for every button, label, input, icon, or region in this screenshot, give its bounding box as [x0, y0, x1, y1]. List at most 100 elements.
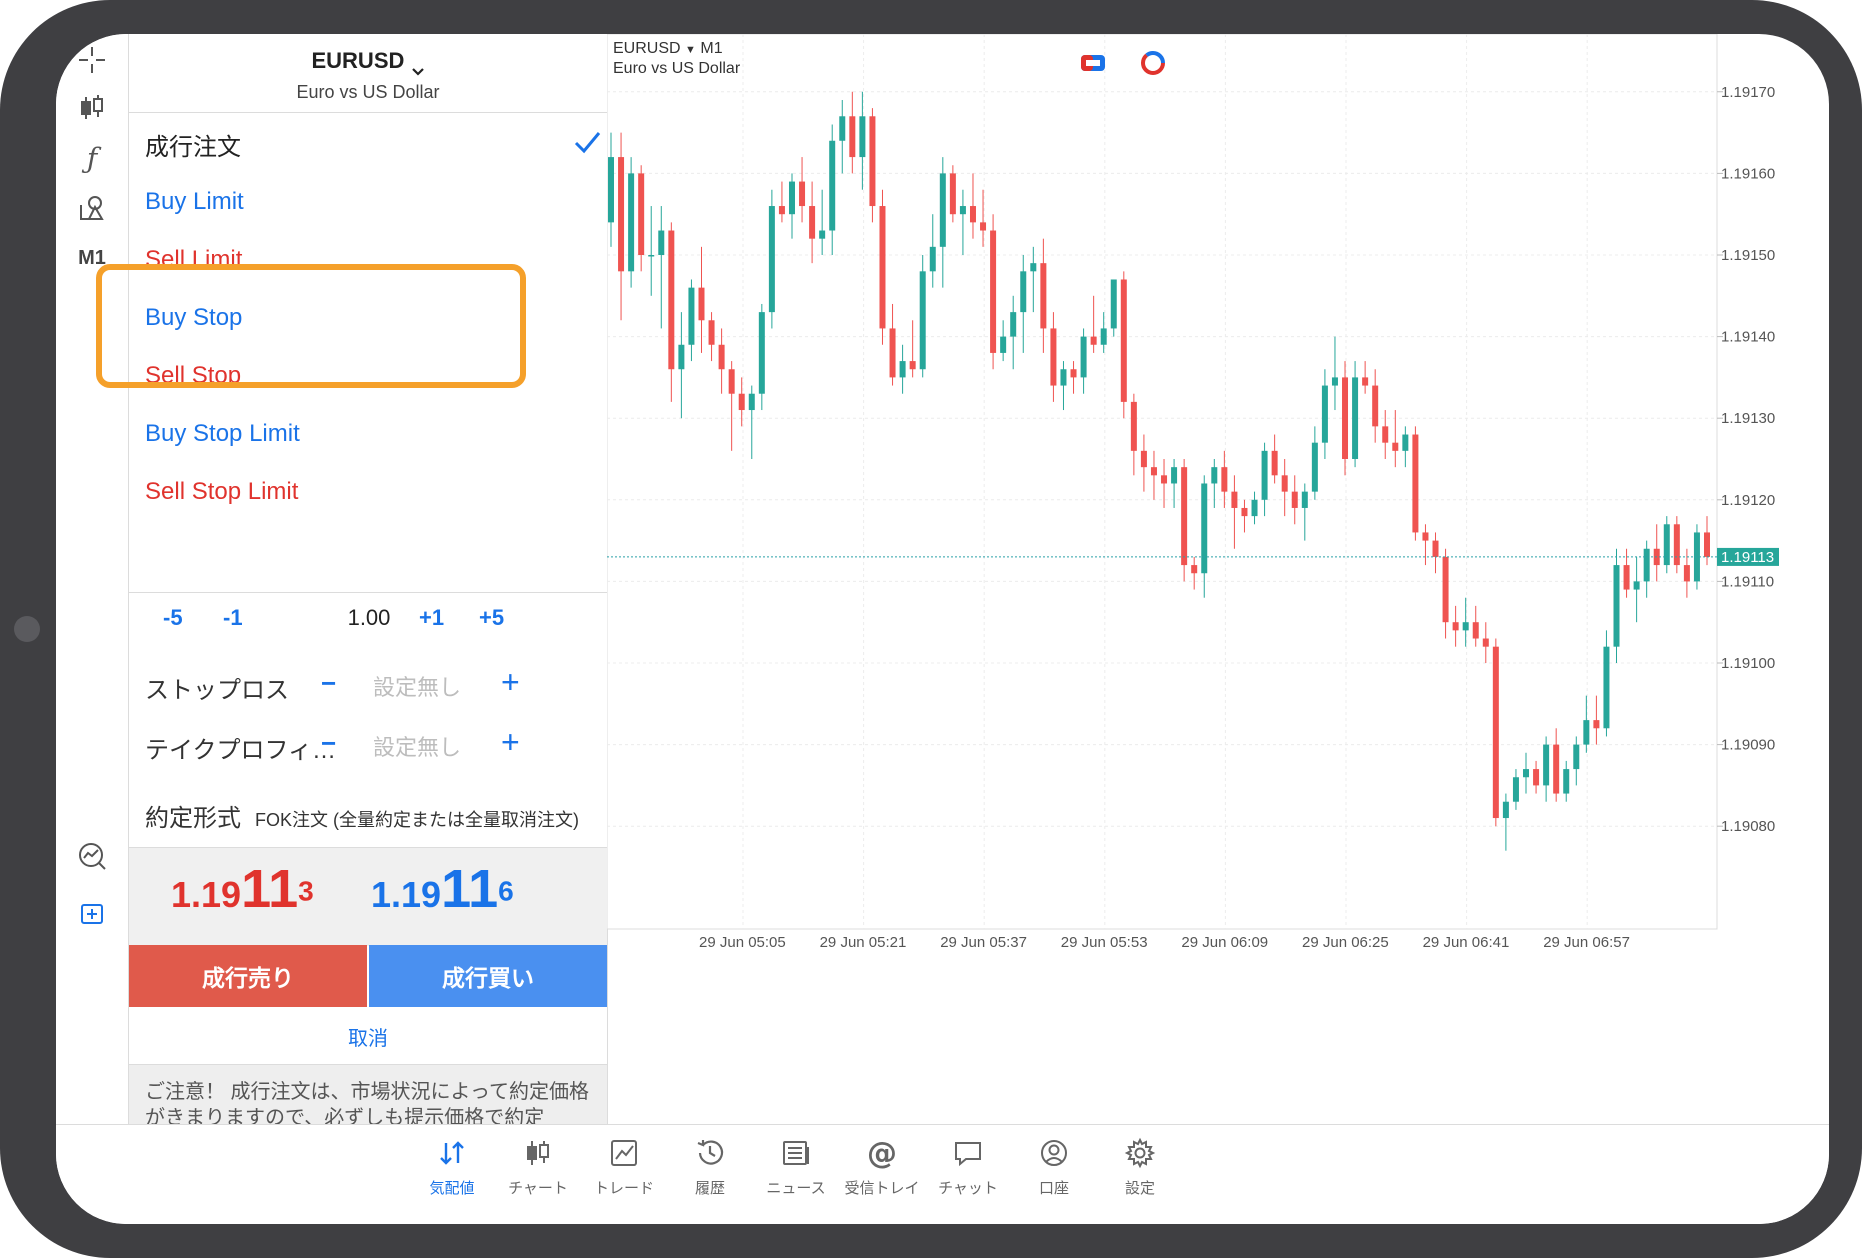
volume-value[interactable]: 1.00 — [329, 605, 409, 631]
candle-body — [1000, 336, 1007, 353]
candle-body — [919, 271, 926, 370]
candle-body — [1281, 475, 1288, 492]
candle-body — [1533, 769, 1540, 786]
order-type-sell-stop[interactable]: Sell Stop — [145, 356, 585, 396]
candle-body — [1010, 312, 1017, 337]
nav-chat[interactable]: チャット — [923, 1133, 1013, 1198]
crosshair-icon[interactable] — [66, 38, 118, 82]
take-profit-plus-button[interactable]: + — [501, 724, 520, 761]
one-click-trading-icon[interactable] — [1081, 55, 1105, 71]
chart-type-icon[interactable] — [66, 86, 118, 130]
settings-icon — [1095, 1133, 1185, 1173]
candle-body — [1161, 475, 1168, 484]
candle-body — [909, 361, 916, 370]
nav-label: 受信トレイ — [844, 1180, 920, 1197]
new-order-icon[interactable] — [66, 892, 118, 936]
nav-news[interactable]: ニュース — [751, 1133, 841, 1198]
nav-mailbox[interactable]: @ 受信トレイ — [837, 1133, 927, 1198]
candle-body — [1543, 744, 1550, 786]
fill-policy-row[interactable]: 約定形式 FOK注文 (全量約定または全量取消注文) — [145, 798, 595, 833]
candle-body — [1402, 434, 1409, 451]
candle-body — [829, 140, 836, 231]
candle-body — [1060, 369, 1067, 386]
order-type-label: Buy Stop Limit — [145, 420, 300, 447]
candle-body — [1080, 336, 1087, 378]
order-type-market[interactable]: 成行注文 — [145, 124, 585, 164]
candle-body — [1663, 524, 1670, 566]
stop-loss-minus-button[interactable]: − — [321, 668, 336, 699]
price-axis-label: 1.19120 — [1721, 492, 1775, 509]
candle-body — [1020, 271, 1027, 313]
nav-quotes[interactable]: 気配値 — [407, 1133, 497, 1198]
price-axis-label: 1.19150 — [1721, 247, 1775, 264]
checkmark-icon — [574, 132, 601, 154]
cancel-button[interactable]: 取消 — [129, 1022, 607, 1051]
candle-body — [1040, 263, 1047, 329]
nav-trade[interactable]: トレード — [579, 1133, 669, 1198]
ask-price: 1.19116 — [371, 858, 514, 920]
candle-body — [1342, 377, 1349, 459]
candle-body — [849, 116, 856, 158]
symbol-header[interactable]: EURUSD Euro vs US Dollar — [129, 34, 607, 113]
order-type-sell-stop-limit[interactable]: Sell Stop Limit — [145, 472, 585, 512]
nav-history[interactable]: 履歴 — [665, 1133, 755, 1198]
candle-body — [949, 173, 956, 215]
candle-body — [1231, 491, 1238, 508]
price-chart[interactable]: 1.19170 1.19160 1.19150 1.19140 1.19130 1.191… — [607, 34, 1829, 1124]
objects-icon[interactable] — [66, 186, 118, 230]
chart-canvas[interactable]: 1.19170 1.19160 1.19150 1.19140 1.19130 1.191… — [607, 34, 1829, 1124]
candle-body — [1422, 532, 1429, 541]
price-axis-label: 1.19130 — [1721, 410, 1775, 427]
left-toolbar: ƒ M1 — [56, 34, 128, 1124]
order-type-buy-stop[interactable]: Buy Stop — [145, 298, 585, 338]
order-type-label: Sell Stop — [145, 362, 242, 389]
indicators-icon[interactable]: ƒ — [66, 136, 118, 180]
volume-plus1-button[interactable]: +1 — [419, 605, 444, 631]
time-axis-label: 29 Jun 06:57 — [1543, 934, 1630, 951]
trade-signals-icon[interactable] — [66, 834, 118, 878]
time-axis-label: 29 Jun 05:05 — [699, 934, 786, 951]
stop-loss-field[interactable]: 設定無し — [373, 670, 461, 702]
symbol-name: EURUSD — [311, 48, 405, 73]
chart-symbol-description: Euro vs US Dollar — [613, 60, 741, 77]
nav-chart[interactable]: チャート — [493, 1133, 583, 1198]
price-axis-label: 1.19100 — [1721, 655, 1775, 672]
candle-body — [1171, 467, 1178, 484]
take-profit-minus-button[interactable]: − — [321, 728, 336, 759]
order-type-buy-limit[interactable]: Buy Limit — [145, 182, 585, 222]
candle-body — [698, 287, 705, 321]
candle-body — [638, 173, 645, 255]
nav-settings[interactable]: 設定 — [1095, 1133, 1185, 1198]
price-axis-label: 1.19170 — [1721, 84, 1775, 101]
candle-body — [1392, 442, 1399, 451]
candle-body — [738, 393, 745, 411]
caret-down-icon: ▼ — [685, 44, 696, 56]
stop-loss-plus-button[interactable]: + — [501, 664, 520, 701]
market-buy-button[interactable]: 成行買い — [369, 945, 607, 1007]
price-axis-label: 1.19160 — [1721, 165, 1775, 182]
chart-symbol-header: EURUSD ▼ M1 — [613, 40, 723, 58]
nav-label: 設定 — [1124, 1180, 1155, 1197]
candle-body — [1140, 450, 1147, 468]
volume-plus5-button[interactable]: +5 — [479, 605, 504, 631]
order-type-label: Sell Stop Limit — [145, 478, 299, 505]
candle-body — [718, 344, 725, 370]
nav-account[interactable]: 口座 — [1009, 1133, 1099, 1198]
market-sell-button[interactable]: 成行売り — [129, 945, 367, 1007]
candle-body — [628, 173, 635, 272]
bid-big: 11 — [241, 859, 299, 919]
time-axis-label: 29 Jun 06:09 — [1181, 934, 1268, 951]
candle-body — [1683, 565, 1690, 582]
volume-minus5-button[interactable]: -5 — [163, 605, 183, 631]
stop-loss-row: ストップロス − 設定無し + — [145, 664, 595, 704]
order-type-label: Buy Limit — [145, 188, 244, 215]
candle-body — [980, 222, 987, 231]
take-profit-field[interactable]: 設定無し — [373, 730, 461, 762]
timeframe-button[interactable]: M1 — [66, 236, 118, 280]
volume-minus1-button[interactable]: -1 — [223, 605, 243, 631]
order-type-sell-limit[interactable]: Sell Limit — [145, 240, 585, 280]
order-type-buy-stop-limit[interactable]: Buy Stop Limit — [145, 414, 585, 454]
candle-body — [1301, 491, 1308, 508]
candle-body — [899, 361, 906, 378]
fill-policy-value: FOK注文 (全量約定または全量取消注文) — [255, 810, 579, 830]
